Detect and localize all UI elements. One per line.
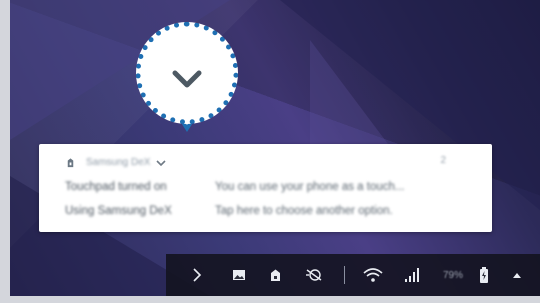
no-sync-icon[interactable] [305,266,323,284]
expand-arrow-icon[interactable] [192,266,202,284]
battery-icon[interactable] [479,266,489,284]
notification-row[interactable]: Using Samsung DeX Tap here to choose ano… [65,205,393,217]
notification-app-icon[interactable] [269,266,282,284]
battery-percentage: 79% [443,269,464,281]
notification-card[interactable]: Samsung DeX 2 Touchpad turned on You can… [39,144,492,232]
up-caret-icon[interactable] [512,266,522,284]
gallery-icon[interactable] [232,266,246,284]
notification-text: You can use your phone as a touch... [215,181,405,193]
notification-header: Samsung DeX [65,157,167,168]
samsung-dex-icon [67,158,74,168]
notification-title: Touchpad turned on [65,181,167,193]
notification-app-name: Samsung DeX [86,157,151,168]
notification-text: Tap here to choose another option. [215,205,393,217]
taskbar-divider [344,266,345,284]
notification-title: Using Samsung DeX [65,205,172,217]
notification-row[interactable]: Touchpad turned on You can use your phon… [65,181,404,193]
chevron-down-icon [172,70,202,88]
wifi-icon[interactable] [362,266,384,284]
expand-chevron-icon[interactable] [156,159,167,167]
signal-icon[interactable] [404,266,420,284]
notification-count: 2 [440,155,446,166]
taskbar: 79% [166,254,540,296]
